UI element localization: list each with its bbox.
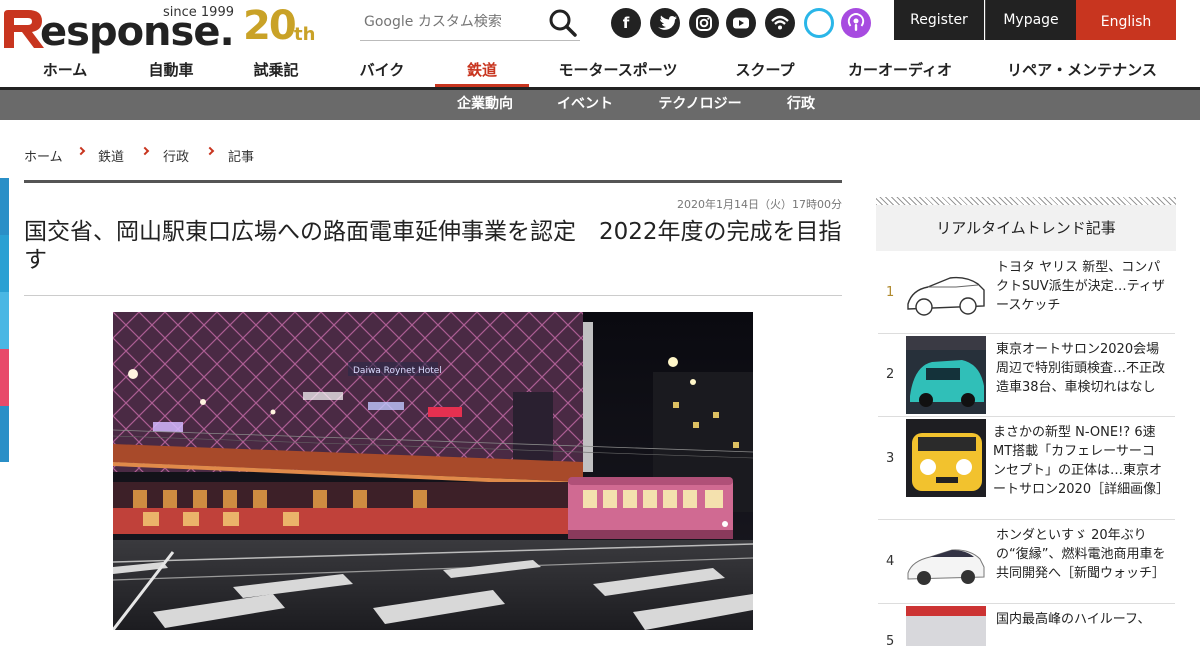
trend-title[interactable]: トヨタ ヤリス 新型、コンパクトSUV派生が決定…ティザースケッチ — [996, 258, 1166, 315]
nav-item-test-drive[interactable]: 試乗記 — [236, 52, 316, 88]
trend-thumbnail[interactable] — [906, 523, 986, 601]
title-divider — [24, 295, 842, 296]
side-share-hatena[interactable] — [0, 292, 9, 349]
instagram-icon[interactable] — [689, 8, 719, 38]
trend-thumbnail[interactable] — [906, 419, 986, 497]
article-date: 2020年1月14日（火）17時00分 — [677, 198, 842, 211]
nav-item-motorsports[interactable]: モータースポーツ — [548, 52, 688, 88]
logo-anniversary-suffix: th — [294, 24, 316, 45]
trend-title[interactable]: まさかの新型 N-ONE!? 6速MT搭載「カフェレーサーコンセプト」の正体は…… — [993, 423, 1169, 499]
side-share-facebook[interactable] — [0, 178, 9, 235]
subnav-item-technology[interactable]: テクノロジー — [648, 90, 752, 120]
trend-title[interactable]: 国内最高峰のハイルーフ、 — [996, 610, 1166, 629]
search-input[interactable] — [364, 10, 539, 34]
subnav-item-corporate[interactable]: 企業動向 — [449, 90, 521, 120]
trend-title[interactable]: ホンダといすゞ 20年ぶりの“復縁”、燃料電池商用車を共同開発へ［新聞ウォッチ］ — [996, 526, 1166, 583]
trend-item[interactable]: 3 まさかの新型 N-ONE!? 6速MT搭載「カフェレーサーコンセプト」の正体… — [878, 417, 1175, 520]
sub-navigation: 企業動向 イベント テクノロジー 行政 — [0, 90, 1200, 120]
trend-thumbnail[interactable] — [906, 336, 986, 414]
register-button[interactable]: Register — [894, 0, 984, 40]
trend-item[interactable]: 4 ホンダといすゞ 20年ぶりの“復縁”、燃料電池商用車を共同開発へ［新聞ウォッ… — [878, 520, 1175, 604]
hotel-sign-text: Daiwa Roynet Hotel — [353, 366, 442, 376]
trend-rank: 3 — [886, 451, 895, 466]
side-share-twitter[interactable] — [0, 235, 9, 292]
twitter-icon[interactable] — [650, 8, 680, 38]
trend-thumbnail[interactable] — [906, 254, 986, 332]
sidebar-heading: リアルタイムトレンド記事 — [876, 205, 1176, 251]
search-icon[interactable] — [548, 8, 578, 38]
chevron-right-icon — [140, 146, 150, 156]
trend-rank: 1 — [886, 285, 895, 300]
site-logo[interactable]: since 1999 esponse. 20 th — [0, 2, 320, 55]
trend-item[interactable]: 2 東京オートサロン2020会場周辺で特別街頭検査…不正改造車38台、車検切れは… — [878, 334, 1175, 417]
subnav-item-administration[interactable]: 行政 — [778, 90, 824, 120]
wifi-feed-icon[interactable] — [765, 8, 795, 38]
trend-rank: 4 — [886, 554, 895, 569]
nav-item-cars[interactable]: 自動車 — [131, 52, 211, 88]
breadcrumb-home[interactable]: ホーム — [24, 146, 63, 165]
mypage-button[interactable]: Mypage — [985, 0, 1076, 40]
trend-thumbnail[interactable] — [906, 606, 986, 646]
main-navigation: ホーム 自動車 試乗記 バイク 鉄道 モータースポーツ スクープ カーオーディオ… — [0, 52, 1200, 88]
nav-item-motorcycle[interactable]: バイク — [342, 52, 422, 88]
chevron-right-icon — [76, 146, 86, 156]
podcast-icon[interactable] — [841, 8, 871, 38]
nav-item-repair[interactable]: リペア・メンテナンス — [996, 52, 1168, 88]
side-share-line[interactable] — [0, 406, 9, 462]
nav-item-railway[interactable]: 鉄道 — [435, 52, 529, 88]
facebook-icon[interactable]: f — [611, 8, 641, 38]
subnav-item-events[interactable]: イベント — [548, 90, 622, 120]
sidebar-hatch-decoration — [876, 197, 1176, 205]
trend-title[interactable]: 東京オートサロン2020会場周辺で特別街頭検査…不正改造車38台、車検切れはなし — [996, 340, 1166, 397]
trend-rank: 2 — [886, 367, 895, 382]
trend-rank: 5 — [886, 634, 895, 649]
logo-wordmark: esponse. — [40, 9, 235, 55]
breadcrumb-administration[interactable]: 行政 — [163, 146, 189, 165]
english-button[interactable]: English — [1076, 0, 1176, 40]
trend-item[interactable]: 1 トヨタ ヤリス 新型、コンパクトSUV派生が決定…ティザースケッチ — [878, 252, 1175, 334]
chevron-right-icon — [205, 146, 215, 156]
logo-anniversary: 20 — [243, 3, 297, 49]
breadcrumb-railway[interactable]: 鉄道 — [98, 146, 124, 165]
nav-item-car-audio[interactable]: カーオーディオ — [838, 52, 962, 88]
search-box — [360, 4, 580, 41]
trend-item[interactable]: 5 国内最高峰のハイルーフ、 — [878, 604, 1175, 649]
side-share-pocket[interactable] — [0, 349, 9, 406]
alexa-icon[interactable] — [804, 8, 834, 38]
article-photo[interactable]: Daiwa Roynet Hotel — [113, 312, 753, 630]
site-header: since 1999 esponse. 20 th f Register Myp… — [0, 0, 1200, 52]
nav-item-scoop[interactable]: スクープ — [722, 52, 808, 88]
article-title: 国交省、岡山駅東口広場への路面電車延伸事業を認定 2022年度の完成を目指す — [24, 219, 842, 273]
youtube-icon[interactable] — [726, 8, 756, 38]
article-top-rule — [24, 180, 842, 183]
breadcrumb-article: 記事 — [228, 150, 255, 165]
nav-item-home[interactable]: ホーム — [22, 52, 108, 88]
